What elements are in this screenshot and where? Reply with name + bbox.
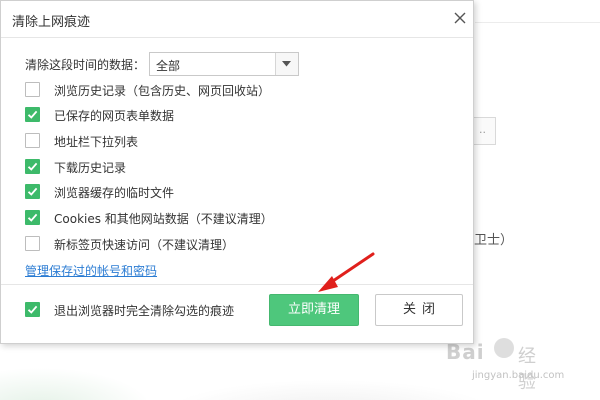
option-label: 地址栏下拉列表 xyxy=(54,135,139,149)
watermark-brand-cn: 经验 xyxy=(518,346,536,393)
clear-now-button[interactable]: 立即清理 xyxy=(269,294,359,326)
option-label: 退出浏览器时完全清除勾选的痕迹 xyxy=(54,304,235,318)
close-button[interactable]: 关闭 xyxy=(375,294,463,326)
close-icon[interactable] xyxy=(451,9,469,27)
background-divider xyxy=(475,22,600,23)
background-text: 卫士） xyxy=(474,233,514,248)
manage-passwords-link[interactable]: 管理保存过的帐号和密码 xyxy=(25,262,157,279)
option-label: Cookies 和其他网站数据（不建议清理） xyxy=(54,212,273,226)
checkbox-address-bar-list[interactable] xyxy=(25,133,40,148)
checkbox-clear-on-exit[interactable] xyxy=(25,302,40,317)
time-range-label: 清除这段时间的数据： xyxy=(25,58,146,72)
option-label: 浏览器缓存的临时文件 xyxy=(54,186,175,200)
time-range-select[interactable]: 全部 xyxy=(149,52,299,76)
footer-divider xyxy=(1,284,473,285)
option-label: 下载历史记录 xyxy=(54,161,127,175)
background-button-label: .. xyxy=(479,123,486,136)
option-label: 浏览历史记录（包含历史、网页回收站） xyxy=(54,84,271,98)
time-range-value: 全部 xyxy=(156,59,181,73)
watermark-url: jingyan.baidu.com xyxy=(472,370,565,381)
dialog-titlebar: 清除上网痕迹 xyxy=(1,1,473,38)
clear-traces-dialog: 清除上网痕迹 清除这段时间的数据： 全部 浏览历史记录（包含历史、网页回收站） … xyxy=(0,0,474,344)
checkbox-new-tab-quick-access[interactable] xyxy=(25,236,40,251)
paw-icon xyxy=(494,338,514,358)
dropdown-arrow-icon[interactable] xyxy=(275,53,298,75)
checkbox-form-data[interactable] xyxy=(25,107,40,122)
checkbox-cache-files[interactable] xyxy=(25,184,40,199)
checkbox-cookies[interactable] xyxy=(25,210,40,225)
option-label: 新标签页快速访问（不建议清理） xyxy=(54,238,235,252)
background-button[interactable]: .. xyxy=(473,117,496,145)
dialog-title: 清除上网痕迹 xyxy=(12,15,91,30)
option-label: 已保存的网页表单数据 xyxy=(54,109,175,123)
checkbox-download-history[interactable] xyxy=(25,159,40,174)
checkbox-browsing-history[interactable] xyxy=(25,82,40,97)
